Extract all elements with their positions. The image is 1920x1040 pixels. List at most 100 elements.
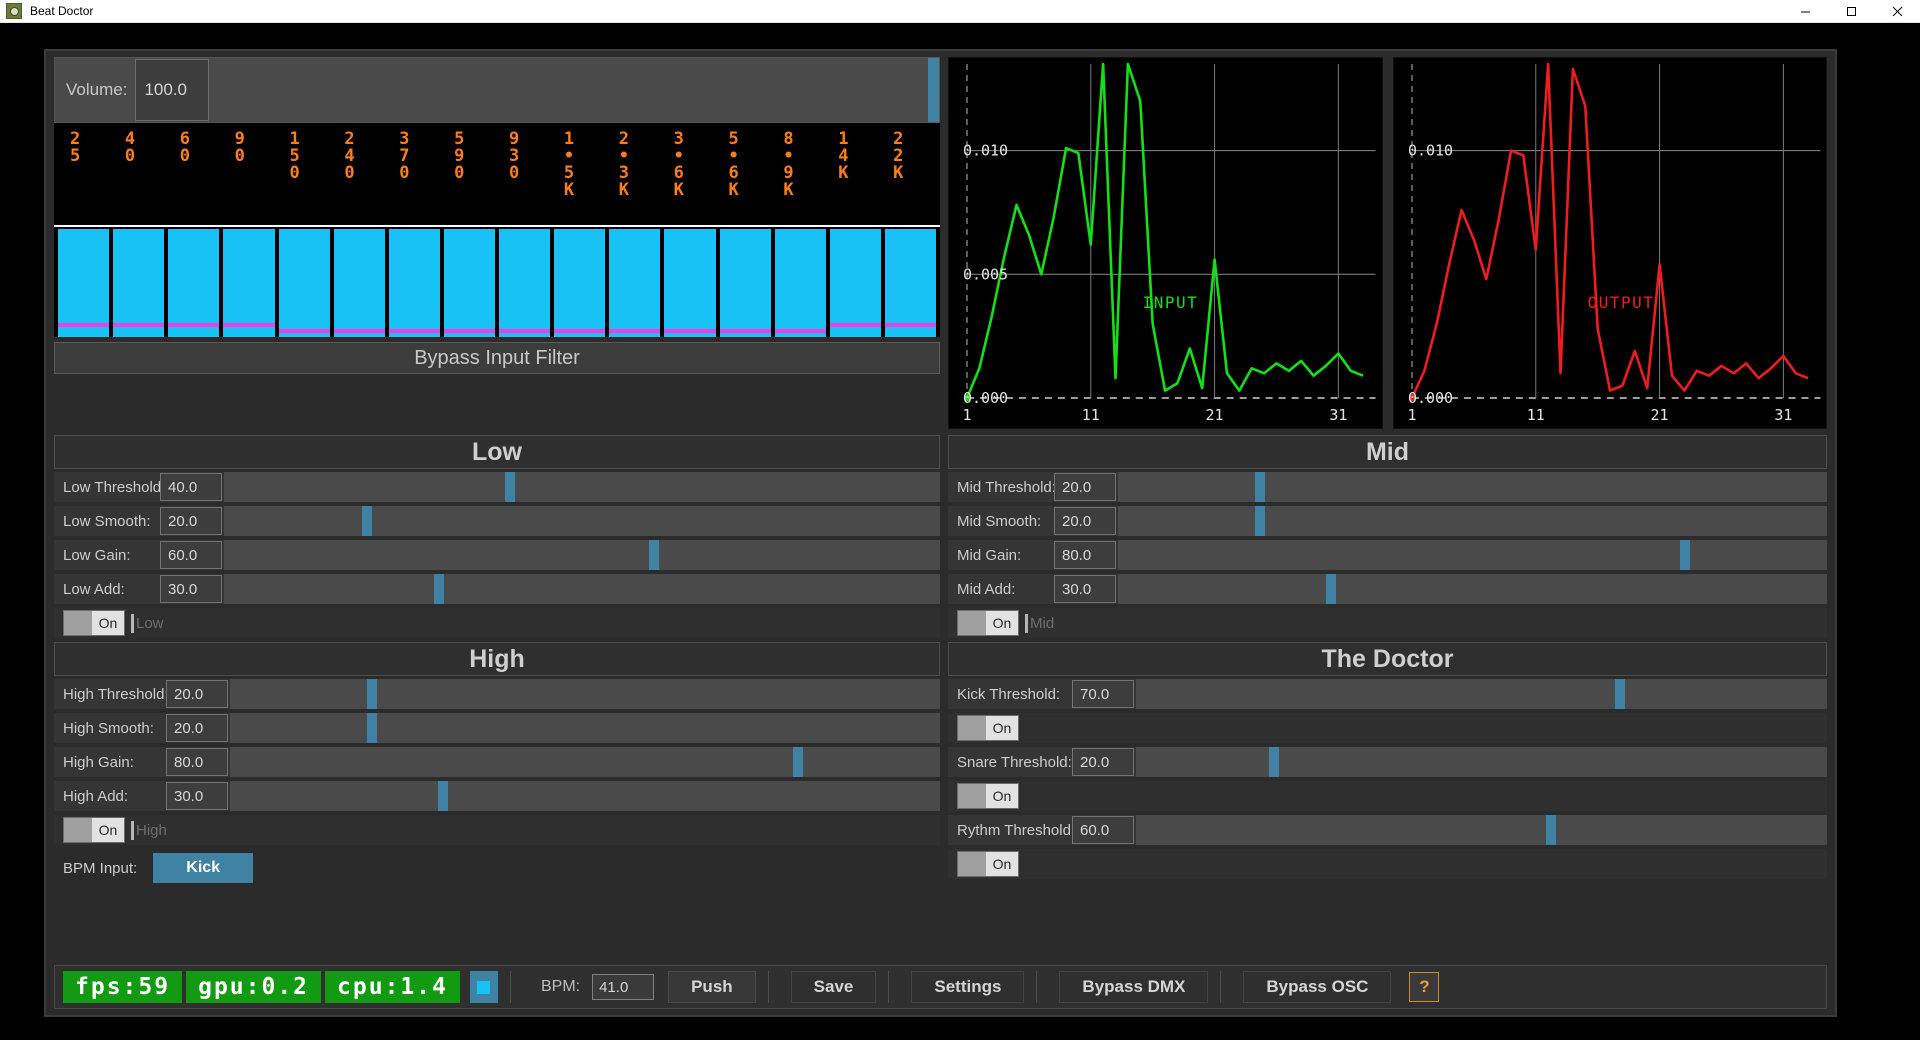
cpu-indicator: cpu:1.4: [325, 971, 460, 1003]
kick-toggle-label: On: [986, 716, 1018, 740]
kick-threshold-slider[interactable]: [1136, 679, 1827, 709]
low-add-row: Low Add: 30.0: [54, 574, 940, 604]
spectrum-bar: [278, 229, 330, 337]
volume-field[interactable]: 100.0: [135, 59, 210, 121]
high-add-slider[interactable]: [230, 781, 940, 811]
low-toggle-row: On Low: [54, 608, 940, 638]
high-add-slider-thumb[interactable]: [438, 781, 448, 811]
toggle-knob: [64, 818, 92, 842]
rythm-threshold-field[interactable]: 60.0: [1072, 816, 1134, 844]
low-gain-row: Low Gain: 60.0: [54, 540, 940, 570]
kick-threshold-slider-thumb[interactable]: [1614, 679, 1625, 709]
spectrum-bar: [884, 229, 936, 337]
kick-threshold-label: Kick Threshold:: [957, 685, 1061, 703]
svg-text:0.005: 0.005: [963, 265, 1008, 283]
save-button[interactable]: Save: [790, 971, 877, 1003]
low-add-field[interactable]: 30.0: [160, 575, 222, 603]
low-threshold-slider-thumb[interactable]: [505, 472, 516, 502]
mid-add-field[interactable]: 30.0: [1054, 575, 1116, 603]
high-add-field[interactable]: 30.0: [166, 782, 228, 810]
mid-gain-row: Mid Gain: 80.0: [948, 540, 1827, 570]
mid-gain-slider-thumb[interactable]: [1680, 540, 1691, 570]
high-on-toggle[interactable]: On: [63, 817, 125, 843]
frequency-label-char: 0: [509, 163, 520, 183]
help-button[interactable]: ?: [1409, 972, 1440, 1002]
mid-gain-slider[interactable]: [1118, 540, 1827, 570]
mid-smooth-slider-thumb[interactable]: [1254, 506, 1265, 536]
high-gain-field[interactable]: 80.0: [166, 748, 228, 776]
high-threshold-field[interactable]: 20.0: [166, 680, 228, 708]
maximize-button[interactable]: [1828, 0, 1874, 23]
divider: [509, 971, 511, 1003]
low-smooth-field[interactable]: 20.0: [160, 507, 222, 535]
low-name-field[interactable]: Low: [131, 610, 940, 636]
settings-button[interactable]: Settings: [911, 971, 1025, 1003]
low-add-slider-thumb[interactable]: [433, 574, 444, 604]
frequency-label: 240: [332, 131, 387, 225]
rythm-threshold-slider[interactable]: [1136, 815, 1827, 845]
close-button[interactable]: [1874, 0, 1920, 23]
low-smooth-slider-thumb[interactable]: [362, 506, 373, 536]
mid-threshold-field[interactable]: 20.0: [1054, 473, 1116, 501]
low-add-slider[interactable]: [224, 574, 940, 604]
low-on-toggle[interactable]: On: [63, 610, 125, 636]
volume-slider-thumb[interactable]: [928, 58, 940, 122]
divider: [1036, 971, 1038, 1003]
snare-threshold-field[interactable]: 20.0: [1072, 748, 1134, 776]
frequency-label-char: 0: [234, 146, 245, 166]
mid-on-toggle[interactable]: On: [957, 610, 1019, 636]
kick-on-toggle[interactable]: On: [957, 715, 1019, 741]
bypass-osc-button[interactable]: Bypass OSC: [1243, 971, 1392, 1003]
snare-threshold-slider-thumb[interactable]: [1269, 747, 1280, 777]
low-smooth-slider[interactable]: [224, 506, 940, 536]
low-gain-slider-thumb[interactable]: [648, 540, 659, 570]
low-gain-field[interactable]: 60.0: [160, 541, 222, 569]
volume-row: Volume: 100.0: [54, 57, 940, 123]
bpm-input-label: BPM Input:: [63, 859, 138, 877]
spectrum-bar-marker: [443, 328, 495, 333]
low-gain-slider[interactable]: [224, 540, 940, 570]
high-name-field[interactable]: High: [131, 817, 940, 843]
mid-add-slider-thumb[interactable]: [1325, 574, 1336, 604]
rythm-threshold-slider-thumb[interactable]: [1545, 815, 1556, 845]
kick-spacer: [1025, 715, 1827, 741]
high-gain-slider[interactable]: [230, 747, 940, 777]
bypass-input-filter-button[interactable]: Bypass Input Filter: [54, 342, 940, 374]
high-smooth-row: High Smooth: 20.0: [54, 713, 940, 743]
bpm-input-kick-button[interactable]: Kick: [153, 853, 254, 883]
minimize-button[interactable]: [1782, 0, 1828, 23]
high-smooth-slider[interactable]: [230, 713, 940, 743]
high-threshold-slider[interactable]: [230, 679, 940, 709]
high-gain-slider-thumb[interactable]: [793, 747, 803, 777]
main-panel: Volume: 100.0 2 5 4 0 6 0 9 0 1 5 0 2 4 0 3 7 0 5 9 0 9 3 0 1 • 5…: [44, 49, 1837, 1017]
mid-smooth-slider[interactable]: [1118, 506, 1827, 536]
bypass-dmx-button[interactable]: Bypass DMX: [1059, 971, 1209, 1003]
frequency-label: 8 • 9 K: [771, 131, 826, 225]
snare-on-toggle[interactable]: On: [957, 783, 1019, 809]
app-icon: [6, 3, 22, 19]
mid-threshold-slider-thumb[interactable]: [1254, 472, 1265, 502]
mid-gain-field[interactable]: 80.0: [1054, 541, 1116, 569]
mid-add-slider[interactable]: [1118, 574, 1827, 604]
volume-slider[interactable]: [209, 58, 940, 122]
spectrum-bar-fill: [278, 229, 330, 337]
mid-threshold-slider[interactable]: [1118, 472, 1827, 502]
svg-text:21: 21: [1650, 406, 1668, 424]
snare-threshold-slider[interactable]: [1136, 747, 1827, 777]
low-threshold-slider[interactable]: [224, 472, 940, 502]
kick-threshold-field[interactable]: 70.0: [1072, 680, 1134, 708]
low-threshold-field[interactable]: 40.0: [160, 473, 222, 501]
rythm-on-toggle[interactable]: On: [957, 851, 1019, 877]
bpm-field[interactable]: 41.0: [592, 974, 655, 1000]
analyser-column: Volume: 100.0 2 5 4 0 6 0 9 0 1 5 0 2 4 0 3 7 0 5 9 0 9 3 0 1 • 5…: [54, 57, 940, 429]
mid-smooth-field[interactable]: 20.0: [1054, 507, 1116, 535]
high-smooth-slider-thumb[interactable]: [367, 713, 377, 743]
high-smooth-field[interactable]: 20.0: [166, 714, 228, 742]
spectrum-bar: [554, 229, 606, 337]
high-threshold-slider-thumb[interactable]: [367, 679, 377, 709]
svg-text:31: 31: [1329, 406, 1347, 424]
push-button[interactable]: Push: [668, 971, 756, 1003]
fps-indicator: fps:59: [63, 971, 183, 1003]
spectrum-bar: [499, 229, 551, 337]
mid-name-field[interactable]: Mid: [1025, 610, 1827, 636]
